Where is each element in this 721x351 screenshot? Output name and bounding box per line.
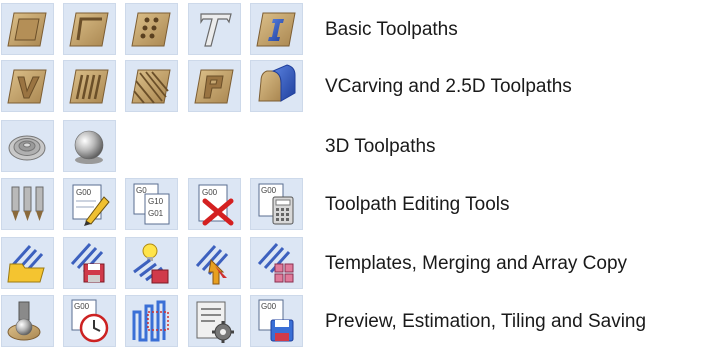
templates-merging-row: Templates, Merging and Array Copy — [0, 234, 721, 291]
save-template-icon[interactable] — [63, 237, 116, 289]
inlay-toolpath-icon[interactable] — [250, 3, 303, 55]
texture-toolpath-icon[interactable] — [125, 60, 178, 112]
gcode-tool-icon[interactable]: G0 G10 G01 — [125, 178, 178, 230]
svg-text:G00: G00 — [74, 302, 90, 311]
preview-estimation-row: G00 G00 Preview, Estimation, Tiling and … — [0, 292, 721, 349]
group-label-vcarving-toolpaths: VCarving and 2.5D Toolpaths — [325, 76, 572, 97]
svg-text:G01: G01 — [148, 209, 164, 218]
pocket-toolpath-icon[interactable] — [63, 3, 116, 55]
calculator-gcode-icon[interactable]: G00 — [250, 178, 303, 230]
save-toolpaths-icon[interactable]: G00 — [250, 295, 303, 347]
moulding-toolpath-icon[interactable] — [250, 60, 303, 112]
fluting-toolpath-icon[interactable] — [63, 60, 116, 112]
vcarve-toolpath-icon[interactable] — [1, 60, 54, 112]
profile-toolpath-icon[interactable] — [1, 3, 54, 55]
edit-toolpath-icon[interactable] — [1, 178, 54, 230]
preview-toolpaths-icon[interactable] — [1, 295, 54, 347]
toolpath-settings-icon[interactable] — [188, 295, 241, 347]
group-label-toolpath-editing: Toolpath Editing Tools — [325, 194, 510, 215]
tiling-toolpath-icon[interactable] — [125, 295, 178, 347]
3d-roughing-toolpath-icon[interactable] — [1, 120, 54, 172]
delete-gcode-icon[interactable]: G00 — [188, 178, 241, 230]
quick-engrave-toolpath-icon[interactable] — [188, 3, 241, 55]
group-label-basic-toolpaths: Basic Toolpaths — [325, 19, 458, 40]
group-label-preview-estimation: Preview, Estimation, Tiling and Saving — [325, 311, 647, 332]
3d-toolpaths-row: 3D Toolpaths — [0, 117, 721, 174]
vcarving-toolpaths-row: VCarving and 2.5D Toolpaths — [0, 57, 721, 114]
array-copy-toolpaths-icon[interactable] — [188, 237, 241, 289]
prism-carving-toolpath-icon[interactable] — [188, 60, 241, 112]
svg-text:G10: G10 — [148, 197, 164, 206]
toolpath-grid-icon[interactable] — [250, 237, 303, 289]
svg-text:G00: G00 — [261, 186, 277, 195]
group-label-templates-merging: Templates, Merging and Array Copy — [325, 253, 628, 274]
machining-time-icon[interactable]: G00 — [63, 295, 116, 347]
3d-finishing-toolpath-icon[interactable] — [63, 120, 116, 172]
drilling-toolpath-icon[interactable] — [125, 3, 178, 55]
group-label-3d-toolpaths: 3D Toolpaths — [325, 136, 436, 157]
basic-toolpaths-row: Basic Toolpaths — [0, 0, 721, 57]
merge-gcode-icon[interactable]: G00 — [63, 178, 116, 230]
toolpath-editing-row: G00 G0 G10 G01 G00 G00 Toolpath Editing To… — [0, 175, 721, 232]
merge-toolpaths-icon[interactable] — [125, 237, 178, 289]
svg-text:G00: G00 — [261, 302, 277, 311]
open-template-icon[interactable] — [1, 237, 54, 289]
svg-text:G00: G00 — [202, 188, 218, 197]
svg-text:G00: G00 — [76, 188, 92, 197]
